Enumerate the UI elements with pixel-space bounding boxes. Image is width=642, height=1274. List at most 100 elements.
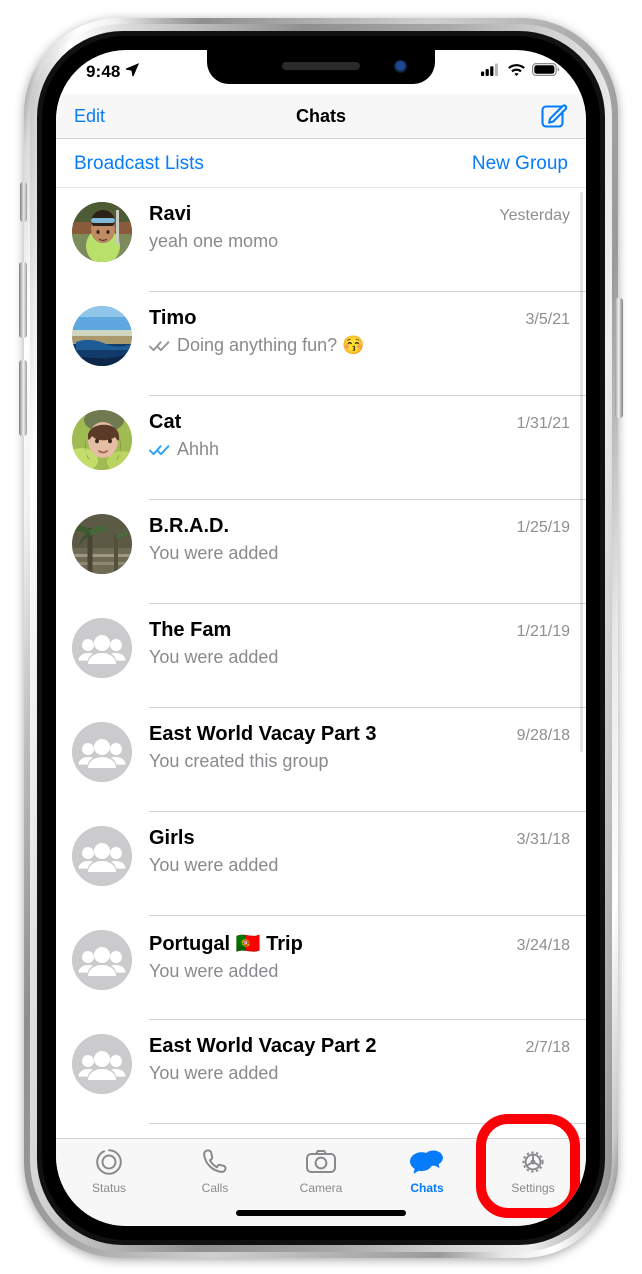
compose-icon[interactable] bbox=[538, 101, 568, 131]
chat-list-item[interactable]: The Fam 1/21/19 You were added bbox=[56, 604, 586, 708]
chat-item-content: Ravi Yesterday yeah one momo bbox=[149, 202, 570, 252]
chat-list-item[interactable]: Ravi Yesterday yeah one momo bbox=[56, 188, 586, 292]
gear-icon bbox=[518, 1146, 548, 1178]
chat-preview-text: You created this group bbox=[149, 751, 329, 771]
chat-name: East World Vacay Part 3 bbox=[149, 723, 377, 745]
wifi-icon bbox=[507, 63, 526, 82]
avatar bbox=[72, 410, 132, 470]
phone-icon bbox=[200, 1146, 230, 1178]
chat-item-content: The Fam 1/21/19 You were added bbox=[149, 618, 570, 668]
chat-preview-text: Doing anything fun? 😚 bbox=[177, 335, 365, 355]
chat-item-content: Cat 1/31/21 Ahhh bbox=[149, 410, 570, 460]
chat-preview: You were added bbox=[149, 1063, 570, 1084]
camera-icon bbox=[305, 1146, 337, 1178]
chat-item-header: Ravi Yesterday bbox=[149, 203, 570, 226]
chat-preview: You were added bbox=[149, 647, 570, 668]
chat-item-header: East World Vacay Part 3 9/28/18 bbox=[149, 723, 570, 746]
chat-name: Cat bbox=[149, 411, 182, 433]
chat-item-header: Timo 3/5/21 bbox=[149, 307, 570, 330]
tab-settings[interactable]: Settings bbox=[480, 1146, 586, 1195]
chat-timestamp: 3/24/18 bbox=[516, 937, 570, 954]
volume-up-button[interactable] bbox=[19, 262, 27, 338]
chat-preview: You were added bbox=[149, 961, 570, 982]
tab-status[interactable]: Status bbox=[56, 1146, 162, 1195]
chat-list-item[interactable]: Cat 1/31/21 Ahhh bbox=[56, 396, 586, 500]
chat-item-content: Portugal 🇵🇹 Trip 3/24/18 You were added bbox=[149, 930, 570, 982]
chat-item-header: Portugal 🇵🇹 Trip 3/24/18 bbox=[149, 931, 570, 956]
chat-preview: yeah one momo bbox=[149, 231, 570, 252]
chat-name: Ravi bbox=[149, 203, 192, 225]
chat-preview-text: You were added bbox=[149, 855, 279, 875]
group-avatar-icon bbox=[72, 826, 132, 886]
read-receipt-icon bbox=[149, 443, 171, 457]
volume-down-button[interactable] bbox=[19, 360, 27, 436]
chat-item-content: East World Vacay Part 3 9/28/18 You crea… bbox=[149, 722, 570, 772]
chat-name: East World Vacay Part 2 bbox=[149, 1035, 377, 1057]
status-bar-right bbox=[481, 63, 560, 82]
chat-preview: You were added bbox=[149, 855, 570, 876]
broadcast-lists-button[interactable]: Broadcast Lists bbox=[74, 153, 204, 175]
tab-label: Camera bbox=[299, 1181, 343, 1195]
status-bar-left: 9:48 bbox=[86, 62, 140, 82]
notch bbox=[207, 50, 435, 84]
chat-item-header: Cat 1/31/21 bbox=[149, 411, 570, 434]
chat-timestamp: 3/31/18 bbox=[516, 831, 570, 848]
chat-item-content: East World Vacay Part 2 2/7/18 You were … bbox=[149, 1034, 570, 1084]
tab-calls[interactable]: Calls bbox=[162, 1146, 268, 1195]
home-indicator[interactable] bbox=[236, 1210, 406, 1216]
status-rings-icon bbox=[94, 1146, 124, 1178]
tab-label: Calls bbox=[201, 1181, 229, 1195]
scrollbar[interactable] bbox=[580, 192, 583, 752]
chat-timestamp: 1/31/21 bbox=[516, 415, 570, 432]
chat-list-item[interactable]: Girls 3/31/18 You were added bbox=[56, 812, 586, 916]
cellular-signal-icon bbox=[481, 63, 501, 81]
location-arrow-icon bbox=[125, 62, 140, 82]
list-actions-bar: Broadcast Lists New Group bbox=[56, 140, 586, 188]
phone-screen: 9:48 Edit Chats Broadcast Lists New Grou… bbox=[56, 50, 586, 1226]
chat-item-header: The Fam 1/21/19 bbox=[149, 619, 570, 642]
chat-list-item[interactable]: East World Vacay Part 2 2/7/18 You were … bbox=[56, 1020, 586, 1124]
chat-preview-text: You were added bbox=[149, 543, 279, 563]
chat-list-item[interactable]: Timo 3/5/21 Doing anything fun? 😚 bbox=[56, 292, 586, 396]
chat-preview-text: You were added bbox=[149, 647, 279, 667]
chat-preview-text: yeah one momo bbox=[149, 231, 279, 251]
edit-button[interactable]: Edit bbox=[74, 106, 105, 127]
chat-preview-text: You were added bbox=[149, 1063, 279, 1083]
mute-switch-button[interactable] bbox=[20, 182, 27, 222]
chat-timestamp: 2/7/18 bbox=[525, 1039, 570, 1056]
chat-timestamp: 3/5/21 bbox=[525, 311, 570, 328]
chat-item-header: Girls 3/31/18 bbox=[149, 827, 570, 850]
chat-item-content: Girls 3/31/18 You were added bbox=[149, 826, 570, 876]
chat-name: Portugal 🇵🇹 Trip bbox=[149, 933, 303, 955]
group-avatar-icon bbox=[72, 1034, 132, 1094]
power-side-button[interactable] bbox=[615, 298, 623, 418]
chat-item-header: B.R.A.D. 1/25/19 bbox=[149, 515, 570, 538]
group-avatar-icon bbox=[72, 618, 132, 678]
chat-timestamp: 1/21/19 bbox=[516, 623, 570, 640]
battery-icon bbox=[532, 63, 560, 81]
new-group-button[interactable]: New Group bbox=[472, 153, 568, 175]
tab-label: Settings bbox=[511, 1181, 555, 1195]
chat-list[interactable]: Ravi Yesterday yeah one momo Timo 3/5/21 bbox=[56, 188, 586, 1138]
chat-preview: You created this group bbox=[149, 751, 570, 772]
avatar bbox=[72, 514, 132, 574]
avatar bbox=[72, 306, 132, 366]
chat-item-content: Timo 3/5/21 Doing anything fun? 😚 bbox=[149, 306, 570, 356]
tab-label: Chats bbox=[410, 1181, 444, 1195]
tab-chats[interactable]: Chats bbox=[374, 1146, 480, 1195]
delivered-receipt-icon bbox=[149, 339, 171, 353]
chat-list-item[interactable]: East World Vacay Part 3 9/28/18 You crea… bbox=[56, 708, 586, 812]
navigation-bar: Edit Chats bbox=[56, 94, 586, 139]
chat-list-item[interactable]: B.R.A.D. 1/25/19 You were added bbox=[56, 500, 586, 604]
chat-list-item[interactable]: Portugal 🇵🇹 Trip 3/24/18 You were added bbox=[56, 916, 586, 1020]
chat-preview: Doing anything fun? 😚 bbox=[149, 335, 570, 356]
chat-name: The Fam bbox=[149, 619, 232, 641]
chat-name: Girls bbox=[149, 827, 195, 849]
chat-timestamp: Yesterday bbox=[499, 207, 570, 224]
tab-camera[interactable]: Camera bbox=[268, 1146, 374, 1195]
avatar bbox=[72, 202, 132, 262]
chat-preview: Ahhh bbox=[149, 439, 570, 460]
chat-name: B.R.A.D. bbox=[149, 515, 229, 537]
chat-preview-text: Ahhh bbox=[177, 439, 220, 459]
chat-preview-text: You were added bbox=[149, 961, 279, 981]
